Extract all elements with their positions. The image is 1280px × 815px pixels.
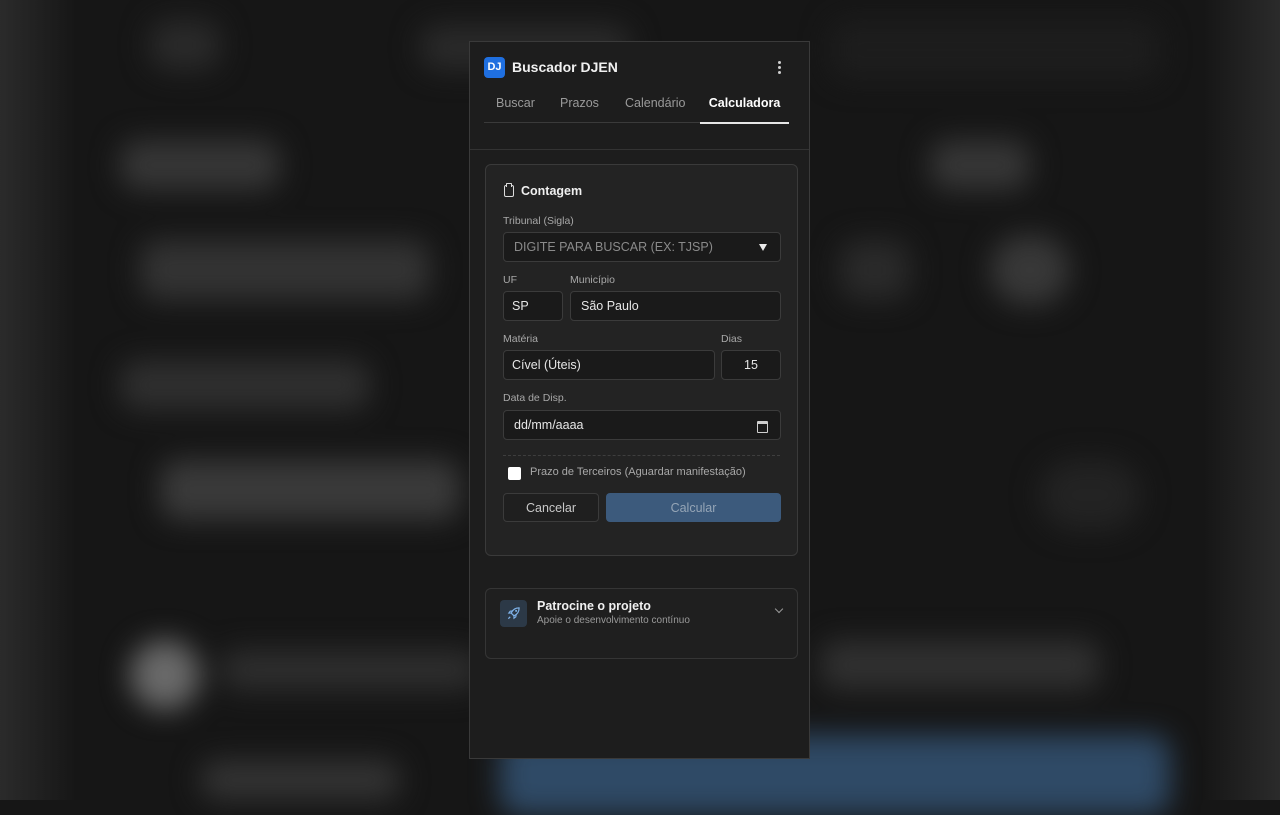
municipio-field[interactable]: São Paulo: [570, 291, 781, 321]
clipboard-icon: [504, 183, 514, 197]
prazo-terceiros-label[interactable]: Prazo de Terceiros (Aguardar manifestaçã…: [530, 466, 746, 478]
tab-calendario[interactable]: Calendário: [625, 94, 685, 122]
sponsor-card[interactable]: Patrocine o projeto Apoie o desenvolvime…: [485, 588, 798, 659]
tribunal-placeholder: DIGITE PARA BUSCAR (EX: TJSP): [514, 240, 713, 254]
sponsor-subtitle: Apoie o desenvolvimento contínuo: [537, 615, 690, 626]
section-title: Contagem: [504, 183, 583, 198]
section-title-label: Contagem: [521, 184, 583, 198]
tab-prazos[interactable]: Prazos: [560, 94, 599, 122]
app-logo: DJ: [484, 56, 505, 78]
sponsor-title: Patrocine o projeto: [537, 599, 651, 613]
header-divider: [470, 149, 809, 150]
calendar-icon[interactable]: [757, 421, 768, 433]
materia-label: Matéria: [503, 333, 539, 345]
dropdown-caret-icon: [759, 244, 767, 251]
uf-field[interactable]: SP: [503, 291, 563, 321]
dias-label: Dias: [721, 333, 743, 345]
cancel-button[interactable]: Cancelar: [503, 493, 599, 522]
tribunal-label: Tribunal (Sigla): [503, 215, 574, 227]
tab-buscar[interactable]: Buscar: [496, 94, 535, 122]
calculate-button[interactable]: Calcular: [606, 493, 781, 522]
header: DJ Buscador DJEN: [484, 55, 795, 79]
dashed-divider: [503, 455, 780, 456]
calculator-card: Contagem Tribunal (Sigla) DIGITE PARA BU…: [485, 164, 798, 556]
tab-calculadora[interactable]: Calculadora: [700, 94, 789, 124]
data-disp-placeholder: dd/mm/aaaa: [514, 418, 584, 432]
dias-field[interactable]: 15: [721, 350, 781, 380]
tribunal-select[interactable]: DIGITE PARA BUSCAR (EX: TJSP): [503, 232, 781, 262]
data-disp-field[interactable]: dd/mm/aaaa: [503, 410, 781, 440]
more-options-icon[interactable]: [771, 59, 787, 75]
prazo-terceiros-checkbox[interactable]: [508, 467, 521, 480]
chevron-down-icon[interactable]: [774, 604, 784, 614]
data-disp-label: Data de Disp.: [503, 392, 567, 404]
rocket-icon: [500, 600, 527, 627]
uf-label: UF: [503, 274, 517, 286]
materia-select[interactable]: Cível (Úteis): [503, 350, 715, 380]
tab-bar: Buscar Prazos Calendário Calculadora: [484, 94, 789, 124]
municipio-label: Município: [570, 274, 615, 286]
app-title: Buscador DJEN: [512, 59, 618, 75]
extension-popup: DJ Buscador DJEN Buscar Prazos Calendári…: [469, 41, 810, 759]
